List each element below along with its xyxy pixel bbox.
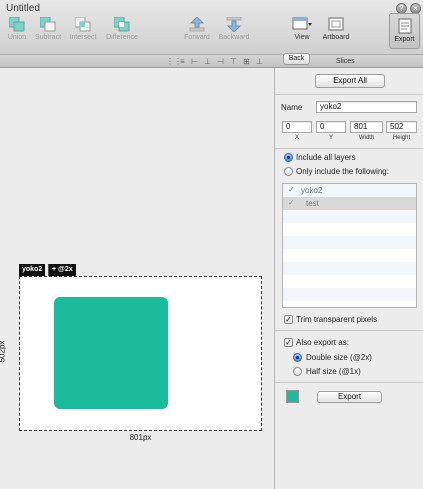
also-export-checkbox[interactable]: ✓ (284, 338, 293, 347)
align-bottom-icon[interactable]: ⊥ (255, 57, 264, 66)
layer-list[interactable]: ✓ yoko2 ✓ test (282, 183, 417, 308)
empty-row (283, 249, 416, 262)
subtract-icon (40, 17, 56, 32)
empty-row (283, 210, 416, 223)
backward-icon (226, 17, 242, 32)
empty-row (283, 262, 416, 275)
view-icon (292, 17, 312, 30)
rounded-rectangle-shape[interactable] (54, 297, 168, 409)
half-size-radio[interactable] (293, 367, 302, 376)
distribute-horizontal-icon[interactable]: ⋮⋮ (166, 57, 182, 66)
layer-row[interactable]: ✓ test (283, 197, 416, 210)
slice-name-tag: yoko2 (19, 264, 46, 276)
layer-name: test (306, 199, 319, 208)
alignment-bar: ⋮⋮ ≡ ⊢ ⊥ ⊣ ⊤ ⊞ ⊥ (0, 55, 423, 68)
y-label: Y (328, 135, 333, 141)
align-left-icon[interactable]: ⊢ (190, 57, 199, 66)
divider (275, 382, 423, 383)
intersect-icon (75, 17, 91, 32)
slices-title: Slices (336, 58, 355, 65)
half-size-label: Half size (@1x) (306, 367, 361, 376)
width-label: Width (358, 135, 375, 141)
y-field[interactable]: 0 (316, 121, 346, 133)
empty-row (283, 236, 416, 249)
back-button[interactable]: Back (283, 53, 310, 65)
include-all-label: Include all layers (296, 153, 356, 162)
name-field[interactable]: yoko2 (316, 101, 417, 113)
height-field[interactable]: 502 (386, 121, 417, 133)
width-field[interactable]: 801 (350, 121, 383, 133)
toolbar: Untitled ? × Union Subtract Intersect Di… (0, 0, 423, 55)
include-all-radio[interactable] (284, 153, 293, 162)
divider (275, 94, 423, 95)
backward-button[interactable]: Backward (216, 17, 252, 41)
slice-width-label: 801px (129, 433, 152, 442)
union-button[interactable]: Union (6, 17, 28, 41)
slice-artboard[interactable] (19, 276, 262, 431)
layer-row[interactable]: ✓ yoko2 (283, 184, 416, 197)
empty-row (283, 223, 416, 236)
align-top-icon[interactable]: ⊤ (229, 57, 238, 66)
trim-checkbox[interactable]: ✓ (284, 315, 293, 324)
export-all-button[interactable]: Export All (315, 74, 385, 88)
view-button[interactable]: View (290, 17, 314, 41)
slice-inspector: Export All Name yoko2 0 0 801 502 X Y Wi… (274, 68, 423, 489)
double-size-radio[interactable] (293, 353, 302, 362)
checkmark-icon[interactable]: ✓ (288, 186, 296, 194)
intersect-button[interactable]: Intersect (67, 17, 99, 41)
subtract-button[interactable]: Subtract (32, 17, 64, 41)
artboard-button[interactable]: Artboard (319, 17, 353, 41)
name-label: Name (281, 103, 303, 112)
align-center-icon[interactable]: ⊥ (203, 57, 212, 66)
export-icon (398, 18, 411, 34)
align-right-icon[interactable]: ⊣ (216, 57, 225, 66)
slice-height-label: 502px (0, 340, 7, 363)
difference-button[interactable]: Difference (103, 17, 141, 41)
only-include-label: Only include the following: (296, 167, 389, 176)
export-toolbar-button[interactable]: Export (389, 13, 420, 49)
only-include-radio[interactable] (284, 167, 293, 176)
layer-name: yoko2 (301, 186, 323, 195)
difference-icon (114, 17, 130, 32)
artboard-icon (328, 17, 344, 31)
slice-scale-tag: + @2x (48, 264, 76, 276)
export-button[interactable]: Export (317, 391, 382, 403)
also-export-label: Also export as: (296, 338, 349, 347)
empty-row (283, 275, 416, 288)
double-size-label: Double size (@2x) (306, 353, 372, 362)
union-icon (9, 17, 25, 32)
distribute-vertical-icon[interactable]: ≡ (178, 57, 187, 66)
x-label: X (294, 135, 299, 141)
x-field[interactable]: 0 (282, 121, 312, 133)
height-label: Height (392, 135, 411, 141)
forward-icon (189, 17, 205, 32)
empty-row (283, 288, 416, 301)
divider (275, 330, 423, 331)
divider (275, 148, 423, 149)
checkmark-icon[interactable]: ✓ (288, 199, 296, 207)
forward-button[interactable]: Forward (182, 17, 212, 41)
window-title: Untitled (6, 3, 40, 14)
trim-label: Trim transparent pixels (296, 315, 378, 324)
color-swatch[interactable] (286, 390, 299, 403)
align-middle-icon[interactable]: ⊞ (242, 57, 251, 66)
